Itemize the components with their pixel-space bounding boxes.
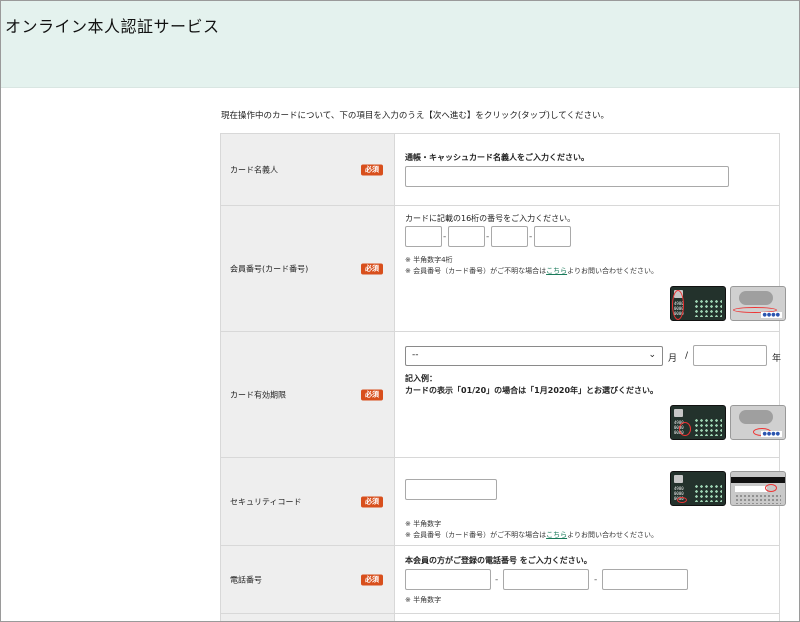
- highlight-circle: [765, 484, 777, 492]
- chevron-down-icon: ⌄: [648, 350, 656, 360]
- row-card-number: 会員番号(カード番号) 必須 カードに記載の16桁の番号をご入力ください。 - …: [221, 206, 786, 332]
- highlight-circle: [679, 422, 691, 436]
- field-cell: カードに記載の16桁の番号をご入力ください。 - - - ※ 半角数字4桁 ※ …: [395, 206, 786, 331]
- slash: /: [685, 351, 689, 361]
- separator: -: [594, 575, 598, 585]
- separator: -: [443, 232, 447, 242]
- row-next: [221, 614, 779, 621]
- note-text: よりお問い合わせください。: [567, 531, 658, 539]
- field-label-card-holder: カード名義人: [230, 165, 278, 174]
- note-text: よりお問い合わせください。: [567, 267, 658, 275]
- card-number-input-4[interactable]: [534, 226, 571, 247]
- label-cell: 会員番号(カード番号) 必須: [221, 206, 395, 331]
- highlight-circle: [677, 497, 687, 503]
- separator: -: [486, 232, 490, 242]
- card-dots: ●●●●: [760, 431, 782, 437]
- field-label-phone: 電話番号: [230, 575, 262, 584]
- select-value: --: [412, 350, 419, 360]
- card-number-instruction: カードに記載の16桁の番号をご入力ください。: [405, 214, 576, 223]
- site-header: オンライン本人認証サービス: [1, 1, 799, 88]
- security-code-input[interactable]: [405, 479, 497, 500]
- magnetic-stripe: [731, 477, 785, 483]
- required-badge: 必須: [361, 574, 383, 585]
- label-cell: カード有効期限 必須: [221, 332, 395, 457]
- row-security-code: セキュリティコード 必須 ※ 半角数字 ※ 会員番号（カード番号）がご不明な場合…: [221, 458, 786, 546]
- chip-icon: [674, 409, 683, 417]
- separator: -: [529, 232, 533, 242]
- year-unit: 年: [772, 354, 782, 364]
- label-cell: セキュリティコード 必須: [221, 458, 395, 545]
- field-cell: [395, 614, 779, 621]
- contact-link[interactable]: こちら: [546, 267, 567, 275]
- note-text: ※ 会員番号（カード番号）がご不明な場合は: [405, 267, 547, 275]
- example-text: カードの表示「01/20」の場合は「1月2020年」とお選びください。: [405, 386, 659, 395]
- auth-form: カード名義人 必須 通帳・キャッシュカード名義人をご入力ください。 会員番号(カ…: [220, 133, 786, 621]
- card-number-input-3[interactable]: [491, 226, 528, 247]
- field-cell: ※ 半角数字 ※ 会員番号（カード番号）がご不明な場合はこちらよりお問い合わせく…: [395, 458, 786, 545]
- card-front-illustration: 4980 0000 0000: [670, 405, 726, 440]
- card-pattern: [739, 291, 773, 305]
- row-phone: 電話番号 必須 本会員の方がご登録の電話番号 をご入力ください。 - - ※ 半…: [221, 546, 779, 614]
- required-badge: 必須: [361, 389, 383, 400]
- field-cell: 通帳・キャッシュカード名義人をご入力ください。: [395, 134, 779, 205]
- phone-input-1[interactable]: [405, 569, 491, 590]
- expiry-month-select[interactable]: -- ⌄: [405, 346, 663, 366]
- row-expiry: カード有効期限 必須 -- ⌄ 月 / 年 記入例： カードの表示「01/20」…: [221, 332, 786, 458]
- required-badge: 必須: [361, 263, 383, 274]
- card-number-input-2[interactable]: [448, 226, 485, 247]
- holder-instruction: 通帳・キャッシュカード名義人をご入力ください。: [405, 153, 589, 162]
- card-number-input-1[interactable]: [405, 226, 442, 247]
- row-card-holder: カード名義人 必須 通帳・キャッシュカード名義人をご入力ください。: [221, 134, 779, 206]
- card-pattern: [694, 418, 722, 436]
- card-pattern: [735, 494, 781, 504]
- field-cell: -- ⌄ 月 / 年 記入例： カードの表示「01/20」の場合は「1月2020…: [395, 332, 786, 457]
- card-alt-illustration: ●●●●: [730, 405, 786, 440]
- label-cell: 電話番号 必須: [221, 546, 395, 613]
- card-pattern: [739, 410, 773, 424]
- card-front-illustration: 4980 0000 0000: [670, 471, 726, 506]
- phone-note-digits: ※ 半角数字: [405, 596, 442, 604]
- field-cell: 本会員の方がご登録の電話番号 をご入力ください。 - - ※ 半角数字: [395, 546, 779, 613]
- contact-link[interactable]: こちら: [546, 531, 567, 539]
- separator: -: [495, 575, 499, 585]
- field-label-expiry: カード有効期限: [230, 390, 286, 399]
- note-text: ※ 会員番号（カード番号）がご不明な場合は: [405, 531, 547, 539]
- security-note-digits: ※ 半角数字: [405, 520, 442, 528]
- required-badge: 必須: [361, 164, 383, 175]
- phone-input-2[interactable]: [503, 569, 589, 590]
- phone-input-3[interactable]: [602, 569, 688, 590]
- card-dots: ●●●●: [760, 312, 782, 318]
- card-pattern: [694, 484, 722, 502]
- card-pattern: [694, 299, 722, 317]
- label-cell: カード名義人 必須: [221, 134, 395, 205]
- card-alt-illustration: ●●●●: [730, 286, 786, 321]
- required-badge: 必須: [361, 496, 383, 507]
- field-label-card-number: 会員番号(カード番号): [230, 264, 309, 273]
- card-number-note-digits: ※ 半角数字4桁: [405, 256, 453, 264]
- security-help-note: ※ 会員番号（カード番号）がご不明な場合はこちらよりお問い合わせください。: [405, 530, 658, 541]
- card-holder-input[interactable]: [405, 166, 729, 187]
- card-front-illustration: 4980 0000 0000: [670, 286, 726, 321]
- phone-instruction: 本会員の方がご登録の電話番号 をご入力ください。: [405, 556, 592, 565]
- highlight-circle: [672, 290, 684, 320]
- label-cell: [221, 614, 395, 621]
- card-back-illustration: [730, 471, 786, 506]
- chip-icon: [674, 475, 683, 483]
- example-title: 記入例：: [405, 374, 437, 383]
- month-unit: 月: [668, 354, 678, 364]
- expiry-year-input[interactable]: [693, 345, 767, 366]
- signature-panel: [735, 486, 767, 492]
- card-number-help-note: ※ 会員番号（カード番号）がご不明な場合はこちらよりお問い合わせください。: [405, 266, 658, 277]
- site-title: オンライン本人認証サービス: [5, 17, 220, 36]
- field-label-security-code: セキュリティコード: [230, 497, 302, 506]
- intro-text: 現在操作中のカードについて、下の項目を入力のうえ【次へ進む】をクリック(タップ)…: [221, 111, 609, 121]
- browser-page: オンライン本人認証サービス 現在操作中のカードについて、下の項目を入力のうえ【次…: [0, 0, 800, 622]
